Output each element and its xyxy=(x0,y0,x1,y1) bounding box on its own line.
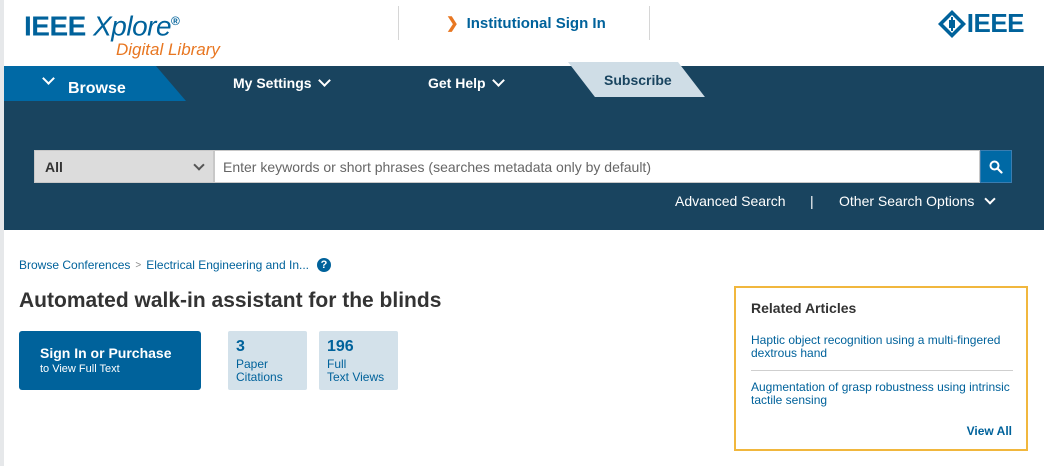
paper-citations-label-2: Citations xyxy=(236,370,283,384)
other-search-options-label: Other Search Options xyxy=(839,193,975,209)
chevron-down-icon xyxy=(491,74,505,87)
advanced-search-link[interactable]: Advanced Search xyxy=(675,193,786,209)
logo-tagline: Digital Library xyxy=(116,40,220,60)
ieee-logo-text: IEEE xyxy=(966,8,1025,38)
nav-browse[interactable]: Browse xyxy=(4,66,186,101)
nav-my-settings-label: My Settings xyxy=(233,75,312,91)
nav-get-help-label: Get Help xyxy=(428,75,486,91)
help-icon[interactable]: ? xyxy=(317,258,331,272)
nav-subscribe[interactable]: Subscribe xyxy=(568,62,708,97)
ieee-xplore-logo[interactable]: IEEE Xplore® Digital Library xyxy=(24,6,220,59)
logo-registered: ® xyxy=(171,14,180,28)
ieee-diamond-icon xyxy=(937,9,966,38)
paper-citations-count: 3 xyxy=(236,338,245,355)
breadcrumb-separator: > xyxy=(135,259,142,271)
breadcrumb: Browse Conferences > Electrical Engineer… xyxy=(19,258,331,272)
related-article-link[interactable]: Haptic object recognition using a multi-… xyxy=(751,334,1013,360)
main-nav: Browse My Settings Get Help Subscribe xyxy=(4,62,1044,101)
institutional-sign-in-link[interactable]: ❯ Institutional Sign In xyxy=(446,14,606,32)
header-divider xyxy=(398,6,399,40)
nav-get-help[interactable]: Get Help xyxy=(428,74,505,91)
chevron-right-icon: ❯ xyxy=(446,15,459,32)
full-text-views-metric[interactable]: 196 Full Text Views xyxy=(319,331,398,390)
breadcrumb-browse-conferences[interactable]: Browse Conferences xyxy=(19,258,130,272)
chevron-down-icon xyxy=(193,159,205,171)
header-divider xyxy=(649,6,650,40)
related-article-link[interactable]: Augmentation of grasp robustness using i… xyxy=(751,381,1013,407)
full-text-views-count: 196 xyxy=(327,338,354,355)
search-band: All Advanced Search | Other Search Optio… xyxy=(4,101,1044,230)
sign-in-sublabel: to View Full Text xyxy=(40,363,120,375)
paper-citations-metric[interactable]: 3 Paper Citations xyxy=(228,331,307,390)
logo-main: IEEE xyxy=(24,10,86,42)
search-input[interactable] xyxy=(214,150,980,183)
sign-in-or-purchase-button[interactable]: Sign In or Purchase to View Full Text xyxy=(19,331,201,390)
nav-browse-label: Browse xyxy=(68,80,126,97)
nav-my-settings[interactable]: My Settings xyxy=(233,74,331,91)
full-text-views-label-1: Full xyxy=(327,357,347,371)
sign-in-label: Sign In or Purchase xyxy=(40,345,172,361)
view-all-link[interactable]: View All xyxy=(967,424,1012,438)
search-scope-value: All xyxy=(45,159,63,175)
chevron-down-icon xyxy=(984,193,997,205)
site-header: IEEE Xplore® Digital Library ❯ Institutio… xyxy=(4,0,1044,66)
search-scope-select[interactable]: All xyxy=(34,150,214,183)
related-articles-panel: Related Articles Haptic object recogniti… xyxy=(734,286,1028,451)
institutional-sign-in-label: Institutional Sign In xyxy=(466,15,606,32)
paper-citations-label-1: Paper xyxy=(236,357,269,371)
nav-subscribe-label: Subscribe xyxy=(604,72,672,88)
search-icon xyxy=(989,160,1003,174)
breadcrumb-conference[interactable]: Electrical Engineering and In... xyxy=(146,258,309,272)
chevron-down-icon xyxy=(317,74,331,87)
page-title: Automated walk-in assistant for the blin… xyxy=(19,289,442,312)
chevron-down-icon xyxy=(42,72,55,85)
search-links-separator: | xyxy=(810,193,814,209)
related-divider xyxy=(751,370,1013,371)
other-search-options[interactable]: Other Search Options xyxy=(839,193,997,209)
ieee-logo[interactable]: IEEE xyxy=(937,8,1025,39)
related-articles-heading: Related Articles xyxy=(751,300,857,316)
logo-sub-brand: Xplore xyxy=(93,10,172,42)
search-button[interactable] xyxy=(980,150,1012,183)
full-text-views-label-2: Text Views xyxy=(327,370,385,384)
